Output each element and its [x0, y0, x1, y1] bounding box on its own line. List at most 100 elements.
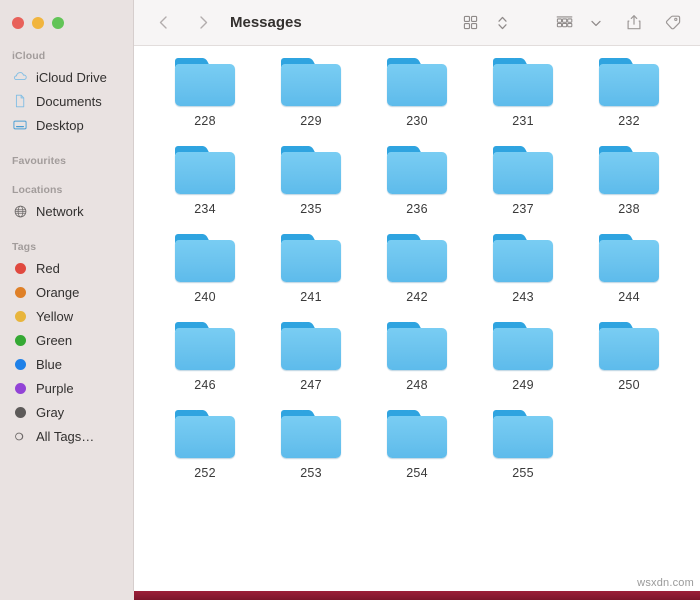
close-button[interactable]	[12, 17, 24, 29]
maximize-button[interactable]	[52, 17, 64, 29]
folder-item[interactable]: 249	[470, 322, 576, 392]
folder-label: 255	[512, 466, 534, 480]
back-button[interactable]	[150, 10, 176, 36]
folder-item[interactable]: 252	[152, 410, 258, 480]
sidebar-item-label: iCloud Drive	[36, 69, 107, 85]
sidebar-item-tag-gray[interactable]: Gray	[0, 400, 133, 424]
sidebar-item-label: Purple	[36, 380, 74, 396]
folder-item[interactable]: 240	[152, 234, 258, 304]
folder-icon	[281, 146, 341, 194]
folder-icon	[387, 58, 447, 106]
window-body: iCloud iCloud Drive Documents Desktop Fa…	[0, 0, 700, 591]
desktop-icon	[12, 117, 28, 133]
folder-label: 246	[194, 378, 216, 392]
folder-item[interactable]: 237	[470, 146, 576, 216]
folder-icon	[493, 322, 553, 370]
sidebar-section-title-icloud: iCloud	[12, 50, 46, 62]
sidebar-item-tag-blue[interactable]: Blue	[0, 352, 133, 376]
folder-icon	[281, 234, 341, 282]
sidebar-item-label: Desktop	[36, 117, 84, 133]
folder-label: 249	[512, 378, 534, 392]
folder-icon	[599, 322, 659, 370]
sidebar-item-tag-red[interactable]: Red	[0, 256, 133, 280]
folder-icon	[387, 146, 447, 194]
folder-icon	[175, 234, 235, 282]
folder-icon	[599, 146, 659, 194]
chevron-down-icon[interactable]	[582, 10, 610, 36]
folder-icon	[175, 146, 235, 194]
group-by-icon[interactable]	[550, 10, 578, 36]
folder-item[interactable]: 242	[364, 234, 470, 304]
folder-item[interactable]: 238	[576, 146, 682, 216]
sidebar-item-tag-green[interactable]: Green	[0, 328, 133, 352]
folder-label: 234	[194, 202, 216, 216]
folder-item[interactable]: 246	[152, 322, 258, 392]
sidebar-section-title-tags: Tags	[12, 241, 37, 253]
tag-dot-icon	[12, 356, 28, 372]
folder-item[interactable]: 230	[364, 58, 470, 128]
folder-item[interactable]: 229	[258, 58, 364, 128]
folder-label: 254	[406, 466, 428, 480]
tag-dot-icon	[12, 284, 28, 300]
sidebar-item-tag-purple[interactable]: Purple	[0, 376, 133, 400]
folder-label: 238	[618, 202, 640, 216]
folder-item[interactable]: 241	[258, 234, 364, 304]
sidebar-item-label: Red	[36, 260, 60, 276]
folder-icon	[493, 58, 553, 106]
share-icon[interactable]	[620, 10, 648, 36]
grid-view-icon[interactable]	[456, 10, 484, 36]
sidebar-section-title-favourites: Favourites	[12, 155, 67, 167]
cloud-icon	[12, 69, 28, 85]
minimize-button[interactable]	[32, 17, 44, 29]
globe-icon	[12, 203, 28, 219]
sidebar-item-desktop[interactable]: Desktop	[0, 113, 133, 137]
tag-dot-icon	[12, 308, 28, 324]
folder-item[interactable]: 232	[576, 58, 682, 128]
folder-label: 248	[406, 378, 428, 392]
folder-item[interactable]: 248	[364, 322, 470, 392]
forward-button[interactable]	[190, 10, 216, 36]
sidebar-item-network[interactable]: Network	[0, 199, 133, 223]
folder-label: 235	[300, 202, 322, 216]
bottom-accent-bar	[0, 591, 700, 600]
folder-item[interactable]: 234	[152, 146, 258, 216]
folder-item[interactable]: 231	[470, 58, 576, 128]
folder-item[interactable]: 228	[152, 58, 258, 128]
folder-item[interactable]: 255	[470, 410, 576, 480]
tag-icon[interactable]	[658, 10, 686, 36]
view-controls	[456, 10, 516, 36]
sidebar-item-documents[interactable]: Documents	[0, 89, 133, 113]
folder-label: 232	[618, 114, 640, 128]
folder-icon	[175, 322, 235, 370]
folder-label: 252	[194, 466, 216, 480]
folder-label: 244	[618, 290, 640, 304]
sidebar-item-tag-orange[interactable]: Orange	[0, 280, 133, 304]
folder-item[interactable]: 244	[576, 234, 682, 304]
file-grid: 228 229 230 231 232 234 235 236 237 238 …	[134, 58, 700, 480]
bottom-bar-sidebar-segment	[0, 591, 134, 600]
folder-icon	[387, 322, 447, 370]
folder-icon	[493, 410, 553, 458]
sidebar-item-label: Blue	[36, 356, 63, 372]
folder-item[interactable]: 254	[364, 410, 470, 480]
folder-item[interactable]: 236	[364, 146, 470, 216]
sort-chevrons-icon[interactable]	[488, 10, 516, 36]
folder-icon	[599, 234, 659, 282]
folder-item[interactable]: 250	[576, 322, 682, 392]
sidebar-item-all-tags[interactable]: All Tags…	[0, 424, 133, 448]
folder-item[interactable]: 253	[258, 410, 364, 480]
sidebar-item-label: Gray	[36, 404, 65, 420]
folder-icon	[493, 234, 553, 282]
file-grid-scroll-area[interactable]: 228 229 230 231 232 234 235 236 237 238 …	[134, 46, 700, 591]
folder-item[interactable]: 247	[258, 322, 364, 392]
folder-item[interactable]: 235	[258, 146, 364, 216]
folder-label: 247	[300, 378, 322, 392]
folder-item[interactable]: 243	[470, 234, 576, 304]
sidebar-item-tag-yellow[interactable]: Yellow	[0, 304, 133, 328]
sidebar: iCloud iCloud Drive Documents Desktop Fa…	[0, 0, 134, 591]
sidebar-item-label: Yellow	[36, 308, 74, 324]
sidebar-item-icloud-drive[interactable]: iCloud Drive	[0, 65, 133, 89]
all-tags-icon	[12, 428, 28, 444]
